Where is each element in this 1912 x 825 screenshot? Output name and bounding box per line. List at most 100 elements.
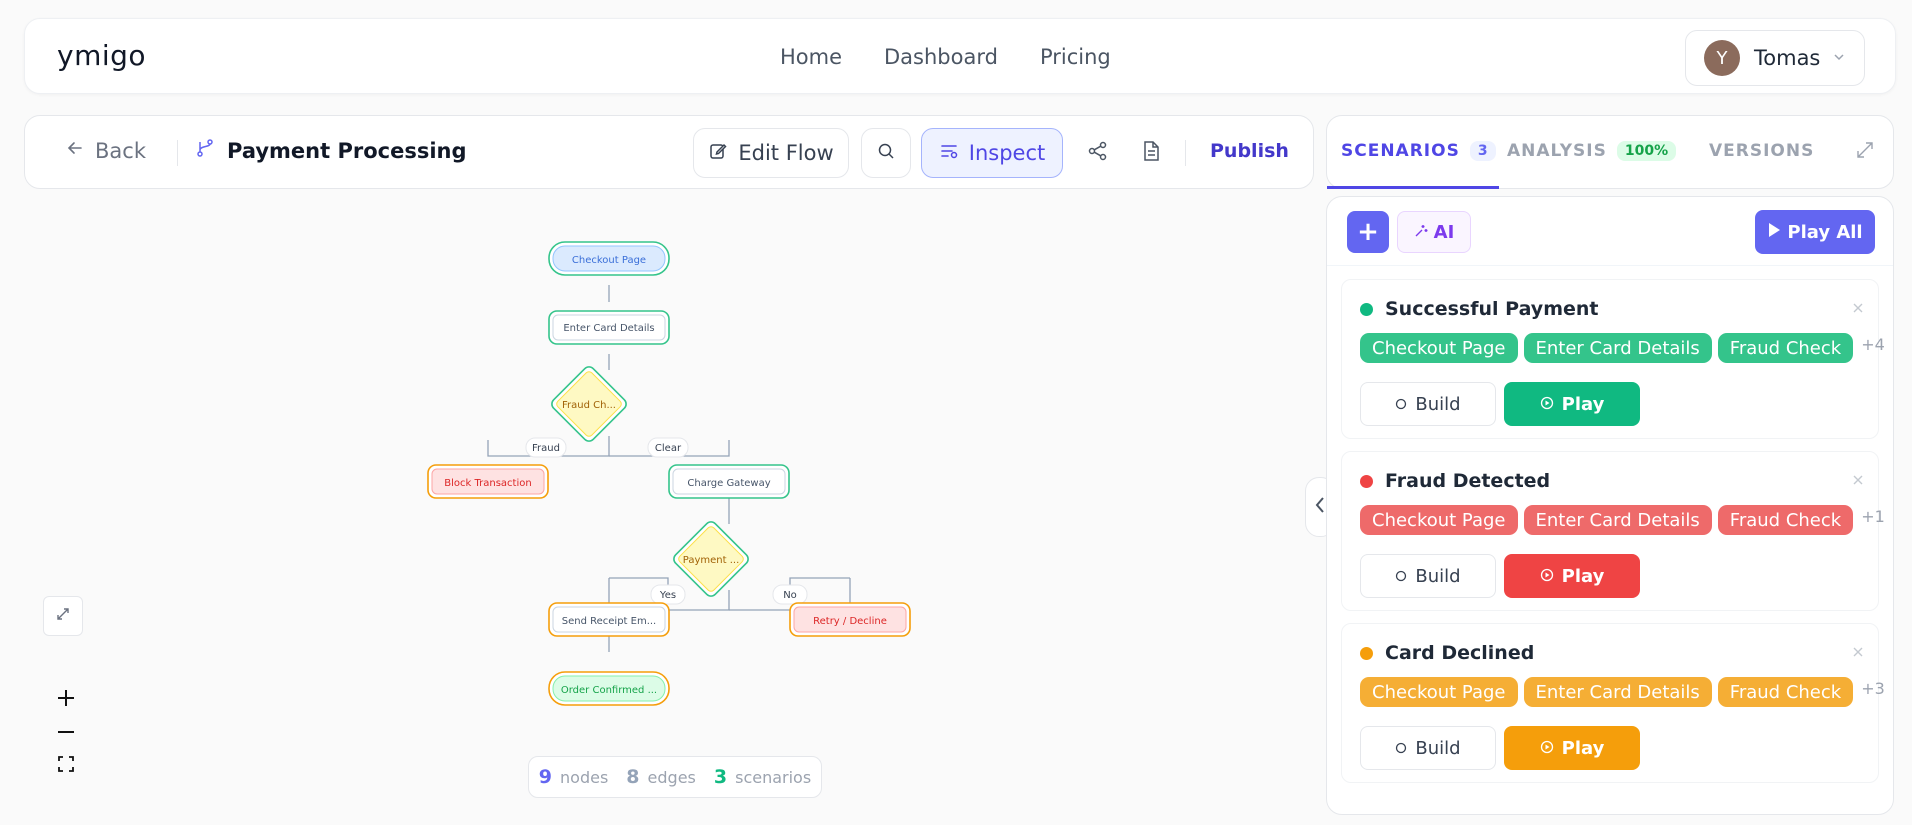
stat-scenarios: 3 scenarios <box>713 766 812 788</box>
build-button[interactable]: Build <box>1360 726 1496 770</box>
back-button[interactable]: Back <box>65 138 146 163</box>
step-tag[interactable]: Enter Card Details <box>1523 333 1712 363</box>
circle-icon <box>1395 566 1407 587</box>
flow-node-checkout[interactable]: Checkout Page <box>548 241 670 276</box>
nav-links: Home Dashboard Pricing <box>780 45 1111 69</box>
flow-toolbar: Back Payment Processing Edit Flow Inspec… <box>24 115 1314 189</box>
flow-node-retry[interactable]: Retry / Decline <box>789 602 911 637</box>
scenario-steps: Checkout Page Enter Card Details Fraud Che… <box>1360 333 1885 363</box>
flow-node-confirmed[interactable]: Order Confirmed ... <box>548 671 670 706</box>
step-tag[interactable]: Enter Card Details <box>1523 677 1712 707</box>
publish-button[interactable]: Publish <box>1210 140 1289 162</box>
node-label: Checkout Page <box>572 255 646 266</box>
play-button[interactable]: Play <box>1504 382 1640 426</box>
active-tab-indicator <box>1327 186 1499 189</box>
expand-canvas-button[interactable] <box>43 596 83 636</box>
user-menu-button[interactable]: Y Tomas <box>1685 30 1865 86</box>
play-icon <box>1767 222 1781 243</box>
tab-versions[interactable]: VERSIONS <box>1709 141 1814 161</box>
divider <box>177 140 178 166</box>
back-label: Back <box>95 138 146 163</box>
step-tag[interactable]: Checkout Page <box>1360 505 1518 535</box>
zoom-controls <box>48 672 84 792</box>
more-steps-count[interactable]: +3 <box>1861 679 1885 698</box>
scenario-name: Fraud Detected <box>1385 470 1551 492</box>
scenario-title: Successful Payment <box>1360 298 1599 320</box>
step-tag[interactable]: Checkout Page <box>1360 333 1518 363</box>
stat-edges: 8 edges <box>626 766 696 788</box>
step-tag[interactable]: Fraud Check <box>1717 333 1854 363</box>
add-scenario-button[interactable]: + <box>1347 211 1389 253</box>
scenario-steps: Checkout Page Enter Card Details Fraud Che… <box>1360 505 1885 535</box>
zoom-in-icon[interactable] <box>55 687 77 713</box>
maximize-icon[interactable] <box>1855 140 1875 164</box>
play-circle-icon <box>1540 738 1554 759</box>
expand-icon <box>55 606 71 626</box>
panel-tabs: SCENARIOS 3 ANALYSIS 100% VERSIONS <box>1326 115 1894 189</box>
more-steps-count[interactable]: +1 <box>1861 507 1885 526</box>
play-all-button[interactable]: Play All <box>1755 210 1875 254</box>
step-tag[interactable]: Enter Card Details <box>1523 505 1712 535</box>
chevron-down-icon <box>1832 49 1846 68</box>
ai-button[interactable]: AI <box>1397 211 1471 253</box>
tab-label: VERSIONS <box>1709 141 1815 161</box>
build-label: Build <box>1415 737 1461 759</box>
flow-node-receipt[interactable]: Send Receipt Em... <box>548 602 670 637</box>
brand-logo[interactable]: ymigo <box>57 39 146 72</box>
svg-text:No: No <box>783 590 797 601</box>
inspect-button[interactable]: Inspect <box>921 128 1063 178</box>
search-button[interactable] <box>861 128 911 178</box>
nav-link-pricing[interactable]: Pricing <box>1040 45 1111 69</box>
edit-icon <box>708 141 728 166</box>
node-label: Block Transaction <box>444 478 531 489</box>
divider <box>1327 265 1893 266</box>
node-label: Payment ... <box>683 555 740 566</box>
play-circle-icon <box>1540 394 1554 415</box>
node-label: Fraud Ch... <box>562 400 616 411</box>
circle-icon <box>1395 394 1407 415</box>
inspect-label: Inspect <box>968 141 1046 165</box>
build-label: Build <box>1415 393 1461 415</box>
edge-label-no: No <box>772 584 808 605</box>
step-tag[interactable]: Checkout Page <box>1360 677 1518 707</box>
scenario-card[interactable]: Fraud Detected Checkout Page Enter Card D… <box>1341 451 1885 611</box>
tab-label: SCENARIOS <box>1341 141 1460 161</box>
play-button[interactable]: Play <box>1504 554 1640 598</box>
build-button[interactable]: Build <box>1360 554 1496 598</box>
flow-node-block[interactable]: Block Transaction <box>427 464 549 499</box>
step-tag[interactable]: Fraud Check <box>1717 677 1854 707</box>
document-icon[interactable] <box>1140 140 1162 166</box>
play-label: Play <box>1561 393 1605 415</box>
zoom-out-icon[interactable] <box>55 721 77 747</box>
node-label: Order Confirmed ... <box>561 685 657 696</box>
scenario-name: Successful Payment <box>1385 298 1599 320</box>
play-button[interactable]: Play <box>1504 726 1640 770</box>
tab-analysis[interactable]: ANALYSIS 100% <box>1507 141 1677 161</box>
share-icon[interactable] <box>1087 140 1109 166</box>
status-dot <box>1360 302 1373 316</box>
flow-canvas[interactable]: Checkout Page Enter Card Details Fraud C… <box>0 200 1310 825</box>
nav-link-home[interactable]: Home <box>780 45 842 69</box>
flow-title: Payment Processing <box>227 138 467 163</box>
avatar: Y <box>1704 40 1740 76</box>
divider <box>1185 140 1186 166</box>
tab-scenarios[interactable]: SCENARIOS 3 <box>1341 141 1496 161</box>
close-icon[interactable] <box>1852 642 1864 663</box>
scenarios-count-badge: 3 <box>1469 141 1496 161</box>
build-button[interactable]: Build <box>1360 382 1496 426</box>
user-name: Tomas <box>1754 46 1821 70</box>
fit-view-icon[interactable] <box>57 755 75 777</box>
nav-link-dashboard[interactable]: Dashboard <box>884 45 998 69</box>
flow-node-card[interactable]: Enter Card Details <box>548 310 670 345</box>
scenario-card[interactable]: Card Declined Checkout Page Enter Card De… <box>1341 623 1885 783</box>
page-title: Payment Processing <box>195 138 467 163</box>
scenario-card[interactable]: Successful Payment Checkout Page Enter Ca… <box>1341 279 1885 439</box>
close-icon[interactable] <box>1852 298 1864 319</box>
edit-flow-button[interactable]: Edit Flow <box>693 128 849 178</box>
ai-label: AI <box>1433 221 1455 243</box>
more-steps-count[interactable]: +4 <box>1861 335 1885 354</box>
step-tag[interactable]: Fraud Check <box>1717 505 1854 535</box>
close-icon[interactable] <box>1852 470 1864 491</box>
flow-node-charge[interactable]: Charge Gateway <box>668 464 790 499</box>
node-label: Charge Gateway <box>687 478 770 489</box>
